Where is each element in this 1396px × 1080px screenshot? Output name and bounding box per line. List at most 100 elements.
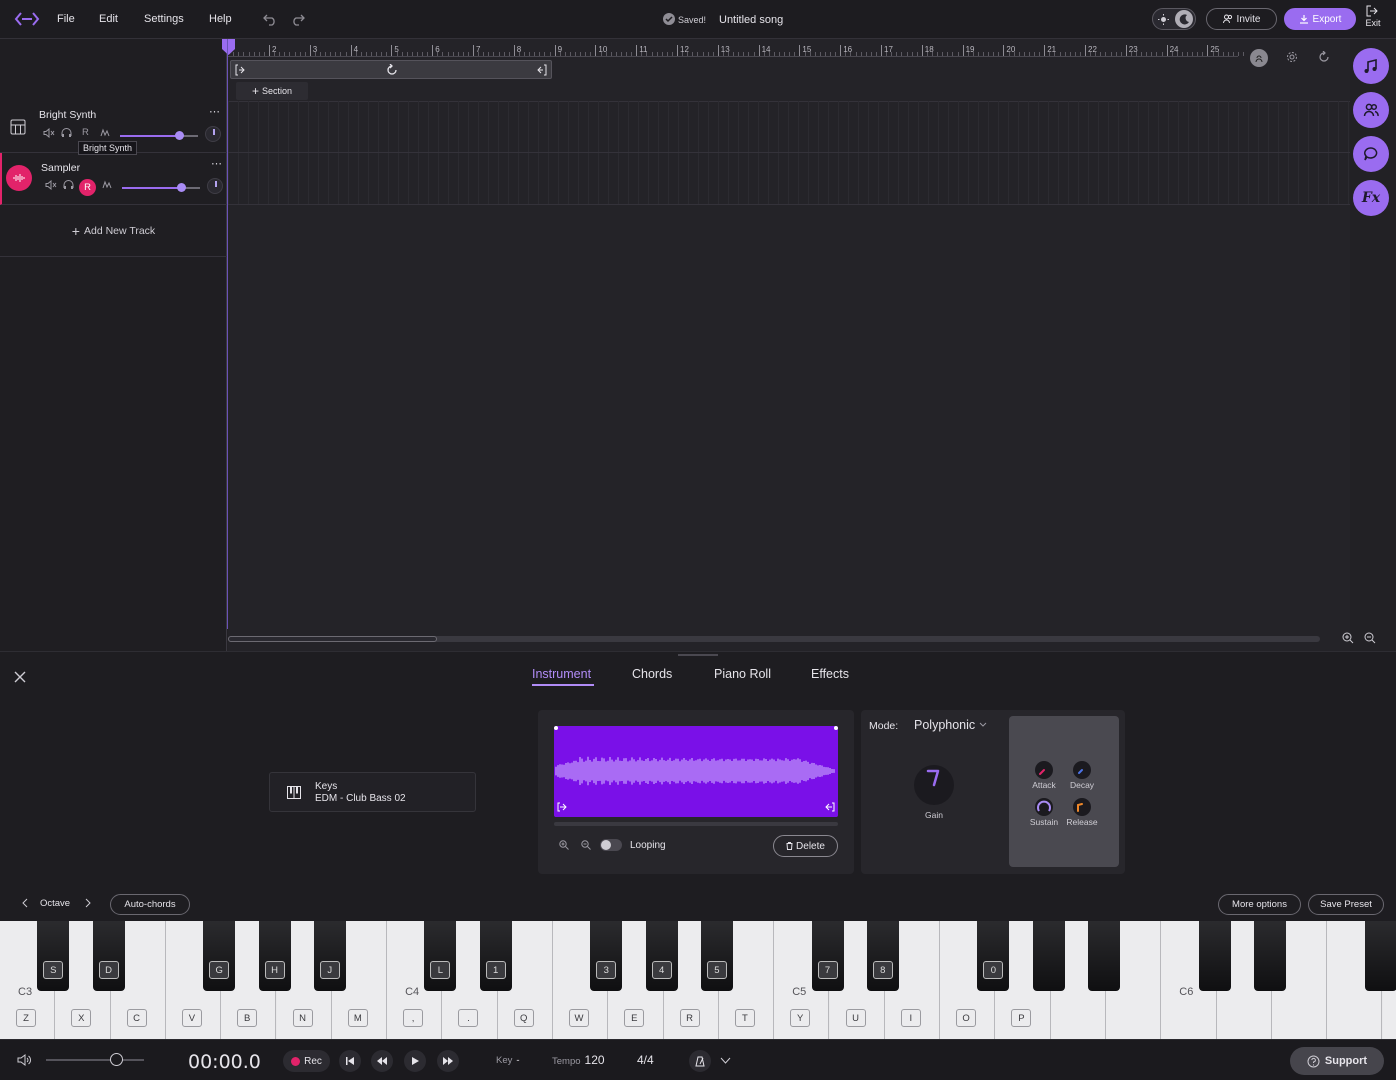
pan-knob[interactable]	[205, 126, 221, 142]
mute-icon[interactable]	[45, 180, 57, 190]
song-title[interactable]: Untitled song	[719, 14, 783, 26]
key-selector[interactable]: Key -	[496, 1055, 520, 1066]
menu-file[interactable]: File	[57, 13, 75, 25]
add-section-button[interactable]: + Section	[236, 82, 308, 100]
black-key[interactable]	[1253, 921, 1286, 991]
playhead-marker[interactable]	[222, 39, 235, 55]
mute-icon[interactable]	[43, 128, 55, 138]
looping-toggle[interactable]	[600, 839, 622, 851]
support-button[interactable]: Support	[1290, 1047, 1384, 1075]
black-key[interactable]	[1198, 921, 1231, 991]
track-lane[interactable]	[228, 153, 1350, 205]
save-preset-button[interactable]: Save Preset	[1308, 894, 1384, 915]
tab-chords[interactable]: Chords	[632, 667, 672, 681]
sample-end-icon[interactable]	[825, 802, 835, 812]
release-knob[interactable]	[1073, 798, 1091, 816]
black-key[interactable]: H	[258, 921, 291, 991]
loop-toggle-icon[interactable]	[1318, 51, 1330, 63]
collaborators-button[interactable]	[1353, 92, 1389, 128]
volume-slider[interactable]	[122, 183, 200, 192]
gain-knob[interactable]	[914, 765, 954, 805]
redo-icon[interactable]	[291, 12, 305, 26]
theme-toggle[interactable]	[1152, 8, 1196, 30]
black-key[interactable]: 1	[479, 921, 512, 991]
black-key[interactable]: S	[37, 921, 70, 991]
automation-icon[interactable]	[100, 128, 112, 138]
octave-up-icon[interactable]	[85, 898, 91, 908]
scrollbar-thumb[interactable]	[228, 636, 437, 642]
track-sampler[interactable]: Sampler ⋯ R	[0, 153, 227, 205]
volume-handle[interactable]	[174, 131, 184, 140]
tempo-field[interactable]: Tempo 120	[552, 1053, 605, 1067]
undo-icon[interactable]	[263, 12, 277, 26]
black-key[interactable]: 0	[977, 921, 1010, 991]
black-key[interactable]: G	[203, 921, 236, 991]
fx-button[interactable]: Fx	[1353, 180, 1389, 216]
menu-edit[interactable]: Edit	[99, 13, 118, 25]
add-new-track-button[interactable]: + Add New Track	[0, 205, 227, 257]
chevron-down-icon[interactable]	[720, 1057, 731, 1064]
fast-forward-button[interactable]	[437, 1050, 459, 1072]
waveform-display[interactable]	[554, 726, 838, 817]
attack-knob[interactable]	[1035, 761, 1053, 779]
skip-to-start-button[interactable]	[339, 1050, 361, 1072]
menu-settings[interactable]: Settings	[144, 13, 184, 25]
horizontal-scrollbar[interactable]	[228, 636, 1320, 642]
sample-start-handle[interactable]	[554, 726, 558, 730]
loop-end-icon[interactable]	[537, 64, 547, 76]
metronome-round-icon[interactable]	[1250, 49, 1268, 67]
mode-select[interactable]: Polyphonic	[914, 718, 987, 732]
music-note-button[interactable]	[1353, 48, 1389, 84]
black-key[interactable]: 7	[811, 921, 844, 991]
master-volume-slider[interactable]	[46, 1053, 144, 1066]
black-key[interactable]: L	[424, 921, 457, 991]
headphones-icon[interactable]	[63, 180, 74, 190]
zoom-in-icon[interactable]	[1342, 632, 1354, 644]
piano-keyboard[interactable]: Z X C V B N M,. Q W E R T Y U I O P S D G H J L 1 3 4 5 7 8 0 C3 C4 C5 C6	[0, 921, 1396, 1039]
zoom-in-icon[interactable]	[559, 840, 569, 850]
more-options-button[interactable]: More options	[1218, 894, 1301, 915]
invite-button[interactable]: Invite	[1206, 8, 1277, 30]
delete-sample-button[interactable]: Delete	[773, 835, 838, 857]
volume-slider[interactable]	[120, 131, 198, 140]
track-bright-synth[interactable]: Bright Synth ⋯ R Bright Synth	[0, 101, 227, 155]
master-volume-handle[interactable]	[110, 1053, 123, 1066]
tab-piano-roll[interactable]: Piano Roll	[714, 667, 771, 681]
track-name[interactable]: Bright Synth	[39, 109, 96, 121]
sustain-knob[interactable]	[1035, 798, 1053, 816]
black-key[interactable]: J	[313, 921, 346, 991]
loop-icon[interactable]	[386, 64, 398, 76]
pan-knob[interactable]	[207, 178, 223, 194]
sample-scroll[interactable]	[554, 822, 838, 826]
rewind-button[interactable]	[371, 1050, 393, 1072]
settings-gear-icon[interactable]	[1286, 51, 1298, 63]
black-key[interactable]: 8	[866, 921, 899, 991]
metronome-button[interactable]	[689, 1050, 711, 1072]
app-logo-icon[interactable]	[14, 11, 40, 27]
timeline-ruler[interactable]: 2 3 4 5 6 7 8 9 10 11 12 13 14 15 16 17 18 19 20 21 22 23 24 25	[228, 39, 1350, 59]
track-name[interactable]: Sampler	[41, 162, 80, 174]
record-button[interactable]: Rec	[283, 1050, 330, 1072]
chat-button[interactable]	[1353, 136, 1389, 172]
timeline[interactable]: 2 3 4 5 6 7 8 9 10 11 12 13 14 15 16 17 18 19 20 21 22 23 24 25…	[222, 39, 1354, 651]
loop-start-icon[interactable]	[235, 64, 245, 76]
sample-start-icon[interactable]	[557, 802, 567, 812]
record-arm-button-active[interactable]: R	[79, 179, 96, 196]
black-key[interactable]: 5	[700, 921, 733, 991]
tab-instrument[interactable]: Instrument	[532, 667, 591, 681]
zoom-out-icon[interactable]	[1364, 632, 1376, 644]
auto-chords-button[interactable]: Auto-chords	[110, 894, 190, 915]
headphones-icon[interactable]	[61, 128, 72, 138]
sample-end-handle[interactable]	[834, 726, 838, 730]
black-key[interactable]	[1364, 921, 1396, 991]
black-key[interactable]	[1088, 921, 1120, 991]
black-key[interactable]	[1032, 921, 1065, 991]
track-more-button[interactable]: ⋯	[211, 157, 222, 170]
speaker-icon[interactable]	[17, 1054, 31, 1066]
black-key[interactable]: 4	[645, 921, 678, 991]
black-key[interactable]: D	[92, 921, 125, 991]
instrument-selector[interactable]: Keys EDM - Club Bass 02	[269, 772, 476, 812]
close-panel-icon[interactable]	[14, 671, 26, 683]
volume-handle[interactable]	[176, 183, 186, 192]
black-key[interactable]: 3	[590, 921, 623, 991]
